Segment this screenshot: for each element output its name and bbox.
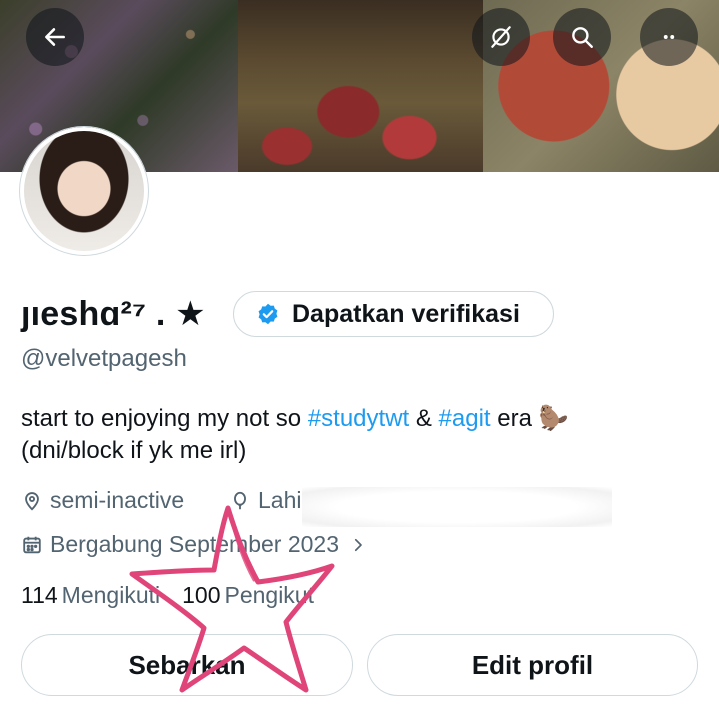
- user-handle: @velvetpagesh: [21, 345, 187, 372]
- profile-bio: start to enjoying my not so #studytwt & …: [21, 403, 701, 467]
- arrow-left-icon: [45, 28, 65, 46]
- back-button[interactable]: [26, 8, 84, 66]
- profile-birthdate: Lahi: [229, 487, 301, 514]
- bio-text-line2: (dni/block if yk me irl): [21, 437, 247, 464]
- following-label: Mengikuti: [61, 582, 161, 608]
- search-icon: [572, 27, 593, 48]
- profile-joined-date[interactable]: Bergabung September 2023: [21, 531, 367, 558]
- mute-button[interactable]: [472, 8, 530, 66]
- following-stat[interactable]: 114 Mengikuti: [21, 582, 160, 609]
- search-button[interactable]: [553, 8, 611, 66]
- more-button[interactable]: [640, 8, 698, 66]
- balloon-icon: [234, 491, 246, 509]
- followers-count: 100: [182, 582, 221, 608]
- birthdate-text: Lahi: [258, 487, 302, 513]
- bio-text: start to enjoying my not so: [21, 405, 308, 432]
- chevron-right-icon: [354, 538, 362, 551]
- following-count: 114: [21, 582, 58, 608]
- display-name: ȷıeshɑ²⁷ . ★: [21, 295, 206, 333]
- banner-image-sofa: [238, 0, 483, 172]
- profile-location: semi-inactive: [21, 487, 184, 514]
- bio-text: era 🦫: [490, 405, 569, 432]
- hashtag-link-agit[interactable]: #agit: [439, 405, 491, 432]
- followers-label: Pengikut: [224, 582, 314, 608]
- bio-text: &: [409, 405, 439, 432]
- mute-icon: [491, 26, 511, 48]
- get-verified-button[interactable]: Dapatkan verifikasi: [233, 291, 554, 337]
- redacted-area: [302, 487, 612, 527]
- verified-badge-icon: [258, 303, 278, 325]
- display-name-row: ȷıeshɑ²⁷ . ★: [21, 288, 206, 340]
- avatar-outline: [20, 127, 148, 255]
- calendar-icon: [23, 536, 41, 553]
- edit-profile-button[interactable]: Edit profil: [367, 634, 698, 696]
- more-icon: [663, 35, 675, 39]
- share-profile-button[interactable]: Sebarkan: [21, 634, 353, 696]
- followers-stat[interactable]: 100 Pengikut: [182, 582, 314, 609]
- location-text: semi-inactive: [50, 487, 185, 513]
- follow-stats: 114 Mengikuti 100 Pengikut: [21, 582, 314, 609]
- joined-text: Bergabung September 2023: [50, 531, 339, 557]
- get-verified-label: Dapatkan verifikasi: [292, 299, 520, 328]
- hashtag-link-studytwt[interactable]: #studytwt: [308, 405, 409, 432]
- location-pin-icon: [25, 491, 39, 511]
